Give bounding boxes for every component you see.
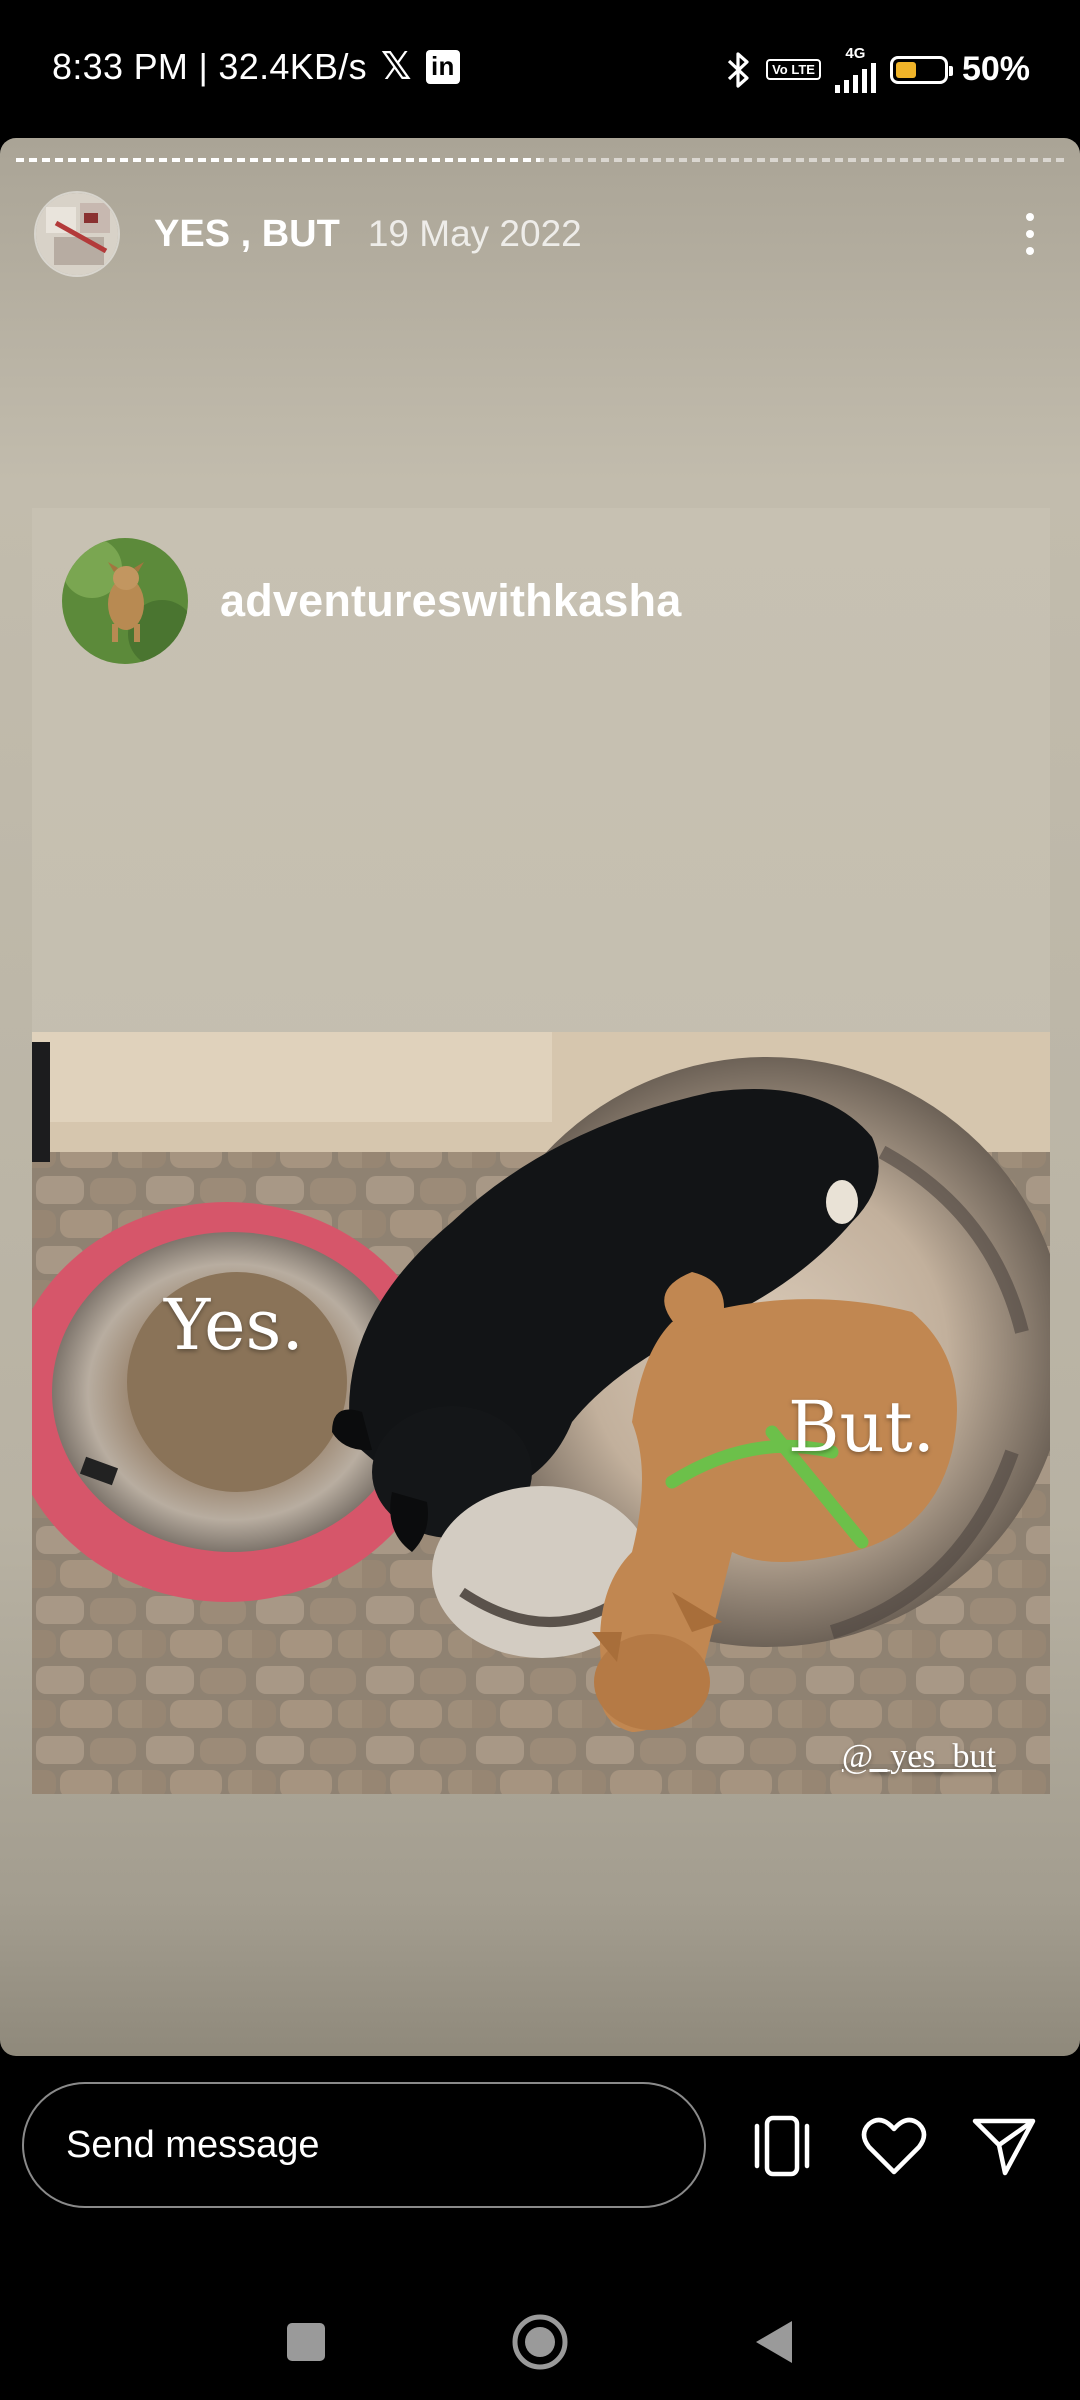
shared-post-card[interactable]: adventureswithkasha Yes. But. @_yes_but <box>32 508 1050 1794</box>
linkedin-icon: in <box>425 49 460 84</box>
send-message-input[interactable] <box>22 2082 706 2208</box>
network-type: 4G <box>845 45 866 62</box>
battery-percent: 50% <box>961 50 1030 88</box>
volte-icon: Vo LTE <box>766 59 821 80</box>
status-time-speed: 8:33 PM | 32.4KB/s <box>52 45 367 87</box>
heart-icon[interactable] <box>856 2108 932 2184</box>
more-dot-icon <box>1026 247 1034 255</box>
phone-rotate-icon[interactable] <box>744 2108 820 2184</box>
x-logo-icon: 𝕏 <box>380 46 412 88</box>
post-photo[interactable]: Yes. But. @_yes_but <box>32 1032 1050 1794</box>
network-indicator: 4G <box>834 45 876 93</box>
more-dot-icon <box>1026 230 1034 238</box>
post-avatar[interactable] <box>62 538 188 664</box>
recents-square-icon[interactable] <box>276 2312 336 2372</box>
bluetooth-icon <box>727 51 749 88</box>
more-options-button[interactable] <box>1010 204 1050 264</box>
story-header: YES , BUT 19 May 2022 <box>34 190 1050 278</box>
battery-fill <box>895 61 916 78</box>
story-avatar[interactable] <box>34 191 120 277</box>
battery-icon <box>889 55 953 84</box>
status-bar: 8:33 PM | 32.4KB/s 𝕏 in Vo LTE 4G 50% <box>0 0 1080 135</box>
photo-watermark-handle: @_yes_but <box>841 1738 996 1775</box>
post-header[interactable]: adventureswithkasha <box>62 538 681 664</box>
status-left: 8:33 PM | 32.4KB/s 𝕏 in <box>52 44 460 89</box>
story-progress-fill <box>16 158 540 162</box>
story-username[interactable]: YES , BUT <box>154 213 340 256</box>
back-triangle-icon[interactable] <box>744 2312 804 2372</box>
signal-icon <box>834 61 876 93</box>
story-viewer[interactable]: YES , BUT 19 May 2022 adventureswithkash… <box>0 138 1080 2056</box>
status-right: Vo LTE 4G 50% <box>726 46 1030 93</box>
system-nav-bar <box>0 2280 1080 2400</box>
photo-caption-but: But. <box>788 1386 935 1468</box>
story-date: 19 May 2022 <box>367 213 582 254</box>
story-progress-bar <box>16 158 1064 162</box>
post-username[interactable]: adventureswithkasha <box>220 575 681 627</box>
send-icon[interactable] <box>966 2108 1042 2184</box>
photo-caption-yes: Yes. <box>164 1284 304 1366</box>
more-dot-icon <box>1026 213 1034 221</box>
home-circle-icon[interactable] <box>510 2312 570 2372</box>
